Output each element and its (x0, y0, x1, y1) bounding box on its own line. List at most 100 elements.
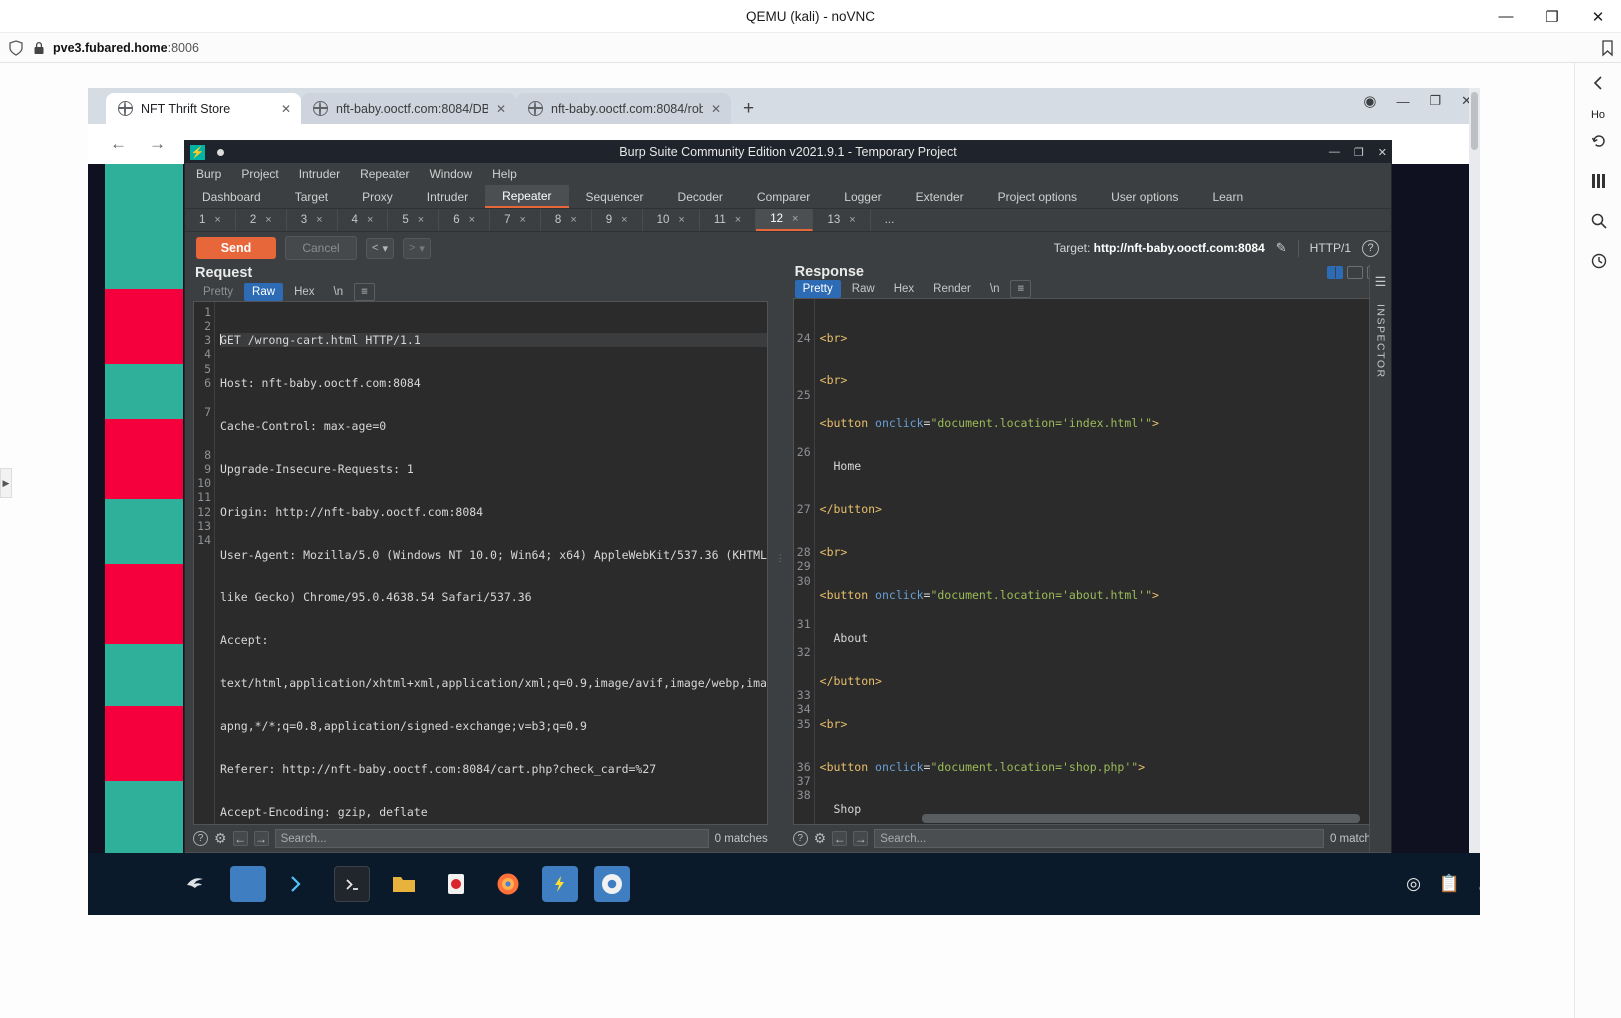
gear-icon[interactable]: ⚙ (814, 830, 827, 847)
response-menu-icon[interactable]: ≡ (1010, 280, 1032, 298)
tab-learn[interactable]: Learn (1195, 185, 1260, 208)
novnc-left-handle[interactable]: ▶ (0, 468, 12, 498)
browser-maximize-button[interactable]: ❐ (1429, 93, 1441, 109)
burp-minimize-button[interactable]: — (1329, 146, 1340, 159)
history-forward-button[interactable]: > ▾ (402, 237, 431, 259)
terminal-icon[interactable] (282, 866, 318, 902)
repeater-tab-3[interactable]: 3 × (287, 209, 338, 231)
tab-extender[interactable]: Extender (899, 185, 981, 208)
clipboard-icon[interactable]: 📋 (1439, 874, 1460, 894)
close-icon[interactable]: × (849, 214, 855, 226)
tab-user-options[interactable]: User options (1094, 185, 1195, 208)
request-search-input[interactable]: Search... (274, 829, 709, 848)
bookmark-icon[interactable] (1600, 39, 1615, 57)
novnc-minimize-button[interactable]: — (1483, 0, 1529, 33)
inspector-menu-icon[interactable]: ☰ (1375, 274, 1387, 290)
scrollbar-thumb[interactable] (1471, 92, 1478, 150)
desktop-vertical-scrollbar[interactable]: ▼ (1469, 88, 1480, 888)
record-icon[interactable]: ◎ (1406, 874, 1421, 894)
chrome-icon[interactable] (594, 866, 630, 902)
tab-intruder[interactable]: Intruder (410, 185, 485, 208)
menu-repeater[interactable]: Repeater (350, 167, 419, 181)
clock-icon[interactable] (1575, 241, 1621, 281)
new-tab-button[interactable]: + (743, 98, 754, 120)
menu-project[interactable]: Project (231, 167, 288, 181)
close-icon[interactable]: × (621, 214, 627, 226)
burp-maximize-button[interactable]: ❐ (1354, 146, 1364, 159)
burp-icon[interactable] (542, 866, 578, 902)
close-icon[interactable]: × (469, 214, 475, 226)
repeater-tab-10[interactable]: 10 × (643, 209, 700, 231)
tab-dashboard[interactable]: Dashboard (185, 185, 278, 208)
scrollbar-thumb[interactable] (921, 814, 1361, 823)
request-pretty-tab[interactable]: Pretty (195, 283, 241, 301)
favorites-icon[interactable] (1575, 161, 1621, 201)
menu-burp[interactable]: Burp (185, 167, 231, 181)
browser-forward-button[interactable]: → (149, 134, 166, 154)
tab-proxy[interactable]: Proxy (345, 185, 410, 208)
response-newline-tab[interactable]: \n (982, 280, 1008, 298)
close-icon[interactable]: × (316, 214, 322, 226)
tab-target[interactable]: Target (278, 185, 345, 208)
layout-split-vertical-button[interactable] (1327, 265, 1343, 279)
request-editor[interactable]: 1 2 3 4 5 6 7 8 9 10 11 12 13 14 GET /wr… (193, 300, 768, 825)
browser-tab-close-icon[interactable]: ✕ (496, 102, 506, 116)
search-prev-button[interactable]: ← (232, 831, 248, 846)
layout-split-horizontal-button[interactable] (1347, 265, 1363, 279)
gear-icon[interactable]: ⚙ (214, 830, 227, 847)
browser-tab-close-icon[interactable]: ✕ (281, 102, 291, 116)
browser-profile-icon[interactable]: ◉ (1363, 92, 1376, 110)
repeater-tab-overflow[interactable]: ... (871, 209, 909, 231)
request-raw-tab[interactable]: Raw (244, 282, 284, 301)
repeater-tab-6[interactable]: 6 × (439, 209, 491, 231)
repeater-tab-2[interactable]: 2 × (236, 209, 287, 231)
help-icon[interactable]: ? (1362, 239, 1379, 257)
close-icon[interactable]: × (367, 214, 373, 226)
repeater-tab-12[interactable]: 12 × (756, 209, 814, 231)
response-render-tab[interactable]: Render (925, 280, 979, 298)
mute-icon[interactable]: 🔈 (1478, 874, 1480, 894)
close-icon[interactable]: × (214, 214, 220, 226)
response-editor[interactable]: 24 25 26 27 28 29 30 31 32 33 34 35 36 3… (792, 298, 1383, 825)
pane-splitter[interactable]: ⋮ (776, 264, 785, 852)
kali-menu-icon[interactable] (178, 866, 214, 902)
close-icon[interactable]: × (519, 214, 525, 226)
task-view-icon[interactable] (230, 866, 266, 902)
menu-intruder[interactable]: Intruder (289, 167, 350, 181)
browser-tab-1[interactable]: nft-baby.ooctf.com:8084/DB/ ✕ (301, 93, 516, 124)
tab-decoder[interactable]: Decoder (661, 185, 740, 208)
help-icon[interactable]: ? (792, 831, 808, 846)
browser-tab-close-icon[interactable]: ✕ (711, 102, 721, 116)
search-next-button[interactable]: → (853, 831, 869, 846)
close-icon[interactable]: × (570, 214, 576, 226)
close-icon[interactable]: × (792, 213, 798, 225)
repeater-tab-7[interactable]: 7 × (490, 209, 541, 231)
tab-logger[interactable]: Logger (827, 185, 898, 208)
back-icon[interactable] (1575, 63, 1621, 103)
edit-icon[interactable]: ✎ (1276, 240, 1287, 256)
novnc-url[interactable]: pve3.fubared.home:8006 (53, 41, 199, 55)
search-next-button[interactable]: → (253, 831, 269, 846)
request-menu-icon[interactable]: ≡ (354, 282, 375, 301)
search-icon[interactable] (1575, 201, 1621, 241)
tab-project-options[interactable]: Project options (981, 185, 1094, 208)
close-icon[interactable]: × (735, 214, 741, 226)
repeater-tab-9[interactable]: 9 × (592, 209, 643, 231)
request-newline-tab[interactable]: \n (326, 283, 352, 301)
history-icon[interactable] (1575, 121, 1621, 161)
close-icon[interactable]: × (678, 214, 684, 226)
repeater-tab-8[interactable]: 8 × (541, 209, 592, 231)
response-horizontal-scrollbar[interactable] (795, 814, 1372, 823)
request-hex-tab[interactable]: Hex (286, 283, 322, 301)
files-icon[interactable] (386, 866, 422, 902)
menu-window[interactable]: Window (419, 167, 482, 181)
browser-tab-2[interactable]: nft-baby.ooctf.com:8084/rob ✕ (516, 93, 731, 124)
response-hex-tab[interactable]: Hex (886, 280, 922, 298)
terminal2-icon[interactable] (334, 866, 370, 902)
pdf-icon[interactable] (438, 866, 474, 902)
search-prev-button[interactable]: ← (832, 831, 848, 846)
tab-comparer[interactable]: Comparer (740, 185, 827, 208)
tab-repeater[interactable]: Repeater (485, 185, 569, 208)
inspector-panel[interactable]: ☰ INSPECTOR (1369, 264, 1391, 852)
request-code[interactable]: GET /wrong-cart.html HTTP/1.1 Host: nft-… (214, 301, 767, 824)
